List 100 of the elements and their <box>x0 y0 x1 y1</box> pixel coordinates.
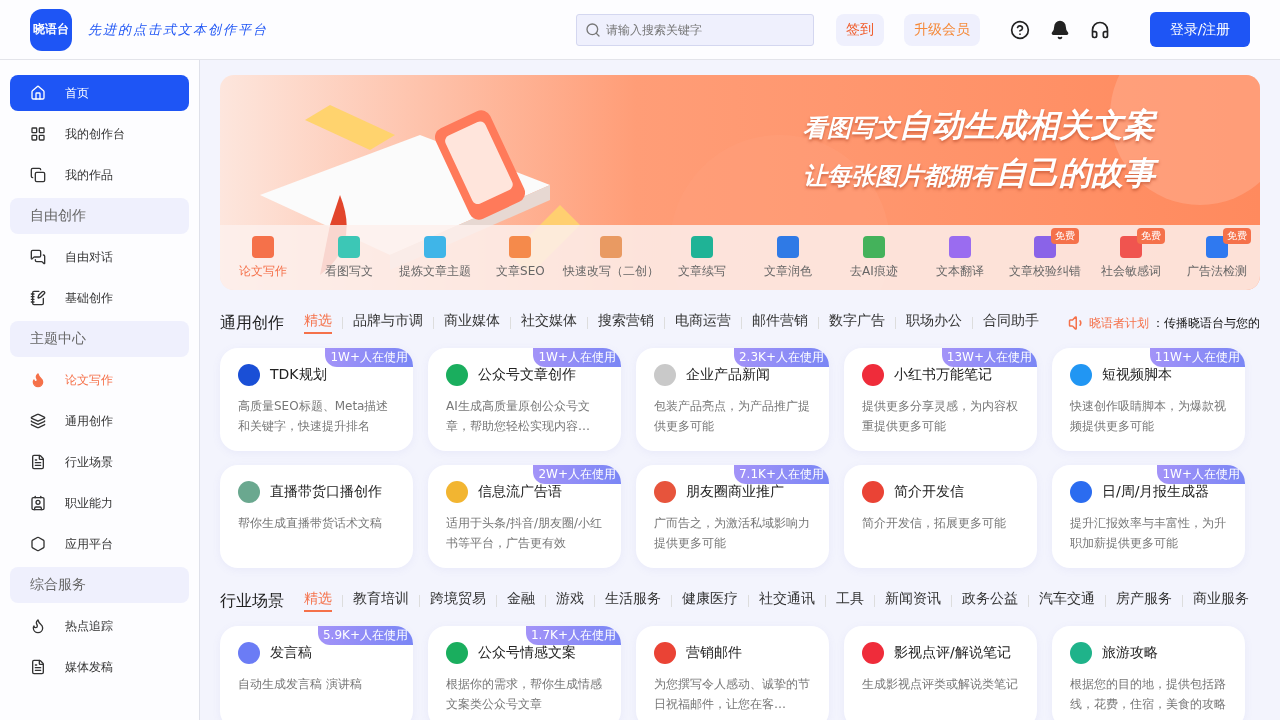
tool-label[interactable]: 社会敏感词 <box>1101 262 1162 280</box>
usage-badge: 7.1K+人在使用 <box>734 465 829 484</box>
category-tab[interactable]: 教育培训 <box>353 590 409 612</box>
card-description: 生成影视点评类或解说类笔记 <box>862 676 1019 693</box>
tool-label[interactable]: 文章润色 <box>764 262 812 280</box>
card-description: 为您撰写令人感动、诚挚的节日祝福邮件，让您在客… <box>654 676 811 713</box>
tool-icon[interactable] <box>1120 235 1143 258</box>
card-description: 广而告之，为激活私域影响力提供更多可能 <box>654 515 811 552</box>
tool-card[interactable]: 2.3K+人在使用 企业产品新闻 包装产品亮点，为产品推广提供更多可能 <box>636 348 829 451</box>
tool-label[interactable]: 提炼文章主题 <box>398 262 471 280</box>
category-tab[interactable]: 跨境贸易 <box>430 590 486 612</box>
free-badge: 免费 <box>1223 227 1252 244</box>
usage-badge: 1.7K+人在使用 <box>526 626 621 645</box>
tool-card[interactable]: 简介开发信 简介开发信，拓展更多可能 <box>844 465 1037 568</box>
tool-icon[interactable] <box>251 235 274 258</box>
tool-card[interactable]: 旅游攻略 根据您的目的地，提供包括路线，花费，住宿，美食的攻略 <box>1052 626 1245 720</box>
card-description: 适用于头条/抖音/朋友圈/小红书等平台，广告更有效 <box>446 515 604 552</box>
category-tab[interactable]: 金融 <box>507 590 535 612</box>
tool-icon[interactable] <box>777 235 799 258</box>
card-description: 提供更多分享灵感，为内容权重提供更多可能 <box>862 398 1019 435</box>
category-tab[interactable]: 商业服务 <box>1193 590 1249 612</box>
sidebar-item[interactable]: 自由对话 <box>10 239 189 275</box>
notification-icon[interactable] <box>1050 19 1070 40</box>
tool-card[interactable]: 1W+人在使用 日/周/月报生成器 提升汇报效率与丰富性，为升职加薪提供更多可能 <box>1052 465 1245 568</box>
tool-label[interactable]: 去AI痕迹 <box>849 262 898 280</box>
help-icon[interactable] <box>1010 19 1030 40</box>
tool-card[interactable]: 11W+人在使用 短视频脚本 快速创作吸睛脚本，为爆款视频提供更多可能 <box>1052 348 1245 451</box>
card-description: 高质量SEO标题、Meta描述和关键字，快速提升排名 <box>238 398 390 435</box>
category-tab[interactable]: 生活服务 <box>605 590 661 612</box>
category-tab[interactable]: 邮件营销 <box>752 312 808 334</box>
category-tab[interactable]: 社交媒体 <box>521 312 577 334</box>
category-tab[interactable]: 合同助手 <box>983 312 1039 334</box>
tool-label[interactable]: 广告法检测 <box>1187 262 1248 280</box>
free-badge: 免费 <box>1137 227 1166 244</box>
sidebar-item[interactable]: 我的创作台 <box>10 116 189 152</box>
category-tab[interactable]: 品牌与市调 <box>353 312 423 334</box>
sidebar-item[interactable]: 我的作品 <box>10 157 189 193</box>
sidebar-item[interactable]: 热点追踪 <box>10 608 189 644</box>
category-tab[interactable]: 工具 <box>836 590 864 612</box>
category-tab[interactable]: 职场办公 <box>906 312 962 334</box>
tool-icon[interactable] <box>1206 235 1229 258</box>
tool-card[interactable]: 1.7K+人在使用 公众号情感文案 根据你的需求，帮你生成情感文案类公众号文章 <box>428 626 621 720</box>
sidebar-item[interactable]: 职业能力 <box>10 485 189 521</box>
tool-icon[interactable] <box>862 235 885 258</box>
hexagon-icon <box>30 536 46 552</box>
tool-card[interactable]: 7.1K+人在使用 朋友圈商业推广 广而告之，为激活私域影响力提供更多可能 <box>636 465 829 568</box>
logo[interactable]: 晓语台 <box>30 8 72 51</box>
category-tab[interactable]: 搜索营销 <box>598 312 654 334</box>
tool-icon[interactable] <box>337 235 360 258</box>
tool-card[interactable]: 5.9K+人在使用 发言稿 自动生成发言稿 演讲稿 <box>220 626 413 720</box>
tool-icon[interactable] <box>1034 235 1057 258</box>
category-tab[interactable]: 电商运营 <box>675 312 731 334</box>
tool-card[interactable]: 影视点评/解说笔记 生成影视点评类或解说类笔记 <box>844 626 1037 720</box>
tool-label[interactable]: 文本翻译 <box>935 262 984 280</box>
card-description: 快速创作吸睛脚本，为爆款视频提供更多可能 <box>1070 398 1227 435</box>
grid-icon <box>30 126 46 142</box>
sidebar-item[interactable]: 应用平台 <box>10 526 189 562</box>
card-title: 信息流广告语 <box>478 483 562 501</box>
category-tab[interactable]: 房产服务 <box>1116 590 1172 612</box>
category-tab[interactable]: 游戏 <box>556 590 584 612</box>
copy-icon <box>30 167 46 183</box>
tool-label[interactable]: 文章续写 <box>678 262 727 280</box>
category-tab[interactable]: 社交通讯 <box>759 590 815 612</box>
card-title: 公众号情感文案 <box>478 644 576 662</box>
layers-icon <box>30 413 46 429</box>
tool-card[interactable]: 营销邮件 为您撰写令人感动、诚挚的节日祝福邮件，让您在客… <box>636 626 829 720</box>
usage-badge: 5.9K+人在使用 <box>318 626 413 645</box>
tool-card[interactable]: 1W+人在使用 TDK规划 高质量SEO标题、Meta描述和关键字，快速提升排名 <box>220 348 413 451</box>
category-tab[interactable]: 数字广告 <box>829 312 885 334</box>
tool-card[interactable]: 2W+人在使用 信息流广告语 适用于头条/抖音/朋友圈/小红书等平台，广告更有效 <box>428 465 621 568</box>
tool-label[interactable]: 文章SEO <box>496 262 545 280</box>
tool-card[interactable]: 13W+人在使用 小红书万能笔记 提供更多分享灵感，为内容权重提供更多可能 <box>844 348 1037 451</box>
tool-icon[interactable] <box>600 235 623 258</box>
sidebar-item[interactable]: 首页 <box>10 75 189 111</box>
card-title: 旅游攻略 <box>1102 644 1158 662</box>
card-description: 自动生成发言稿 演讲稿 <box>238 676 363 693</box>
category-tab[interactable]: 健康医疗 <box>682 590 738 612</box>
card-title: 简介开发信 <box>894 483 964 501</box>
tool-icon[interactable] <box>948 235 971 258</box>
search-field[interactable]: 请输入搜索关键字 <box>576 13 814 46</box>
login-button[interactable]: 登录/注册 <box>1150 12 1250 47</box>
sidebar-item[interactable]: 行业场景 <box>10 444 189 480</box>
tool-label[interactable]: 看图写文 <box>324 262 373 280</box>
tool-card[interactable]: 1W+人在使用 公众号文章创作 AI生成高质量原创公众号文章，帮助您轻松实现内容… <box>428 348 621 451</box>
card-title: 短视频脚本 <box>1102 366 1172 384</box>
sidebar-item[interactable]: 通用创作 <box>10 403 189 439</box>
headset-icon[interactable] <box>1090 19 1110 40</box>
category-tab[interactable]: 汽车交通 <box>1039 590 1095 612</box>
category-tab[interactable]: 政务公益 <box>962 590 1018 612</box>
sidebar-item[interactable]: 基础创作 <box>10 280 189 316</box>
category-tab[interactable]: 商业媒体 <box>444 312 500 334</box>
tool-icon[interactable] <box>509 235 532 258</box>
tool-label[interactable]: 文章校验纠错 <box>1009 262 1082 280</box>
category-tab[interactable]: 新闻资讯 <box>885 590 941 612</box>
tool-icon[interactable] <box>691 235 714 258</box>
tool-icon[interactable] <box>423 235 446 258</box>
sidebar-item[interactable]: 媒体发稿 <box>10 649 189 685</box>
tool-label[interactable]: 快速改写（二创） <box>563 262 660 280</box>
card-title: 发言稿 <box>270 644 312 662</box>
tool-card[interactable]: 直播带货口播创作 帮你生成直播带货话术文稿 <box>220 465 413 568</box>
